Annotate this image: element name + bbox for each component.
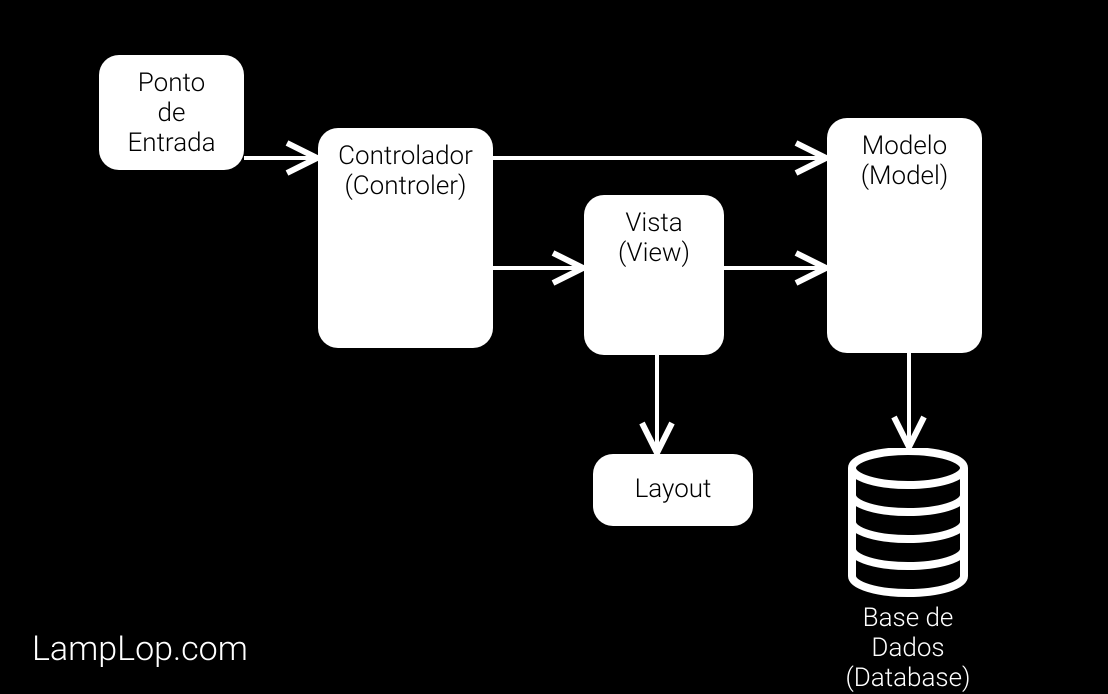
- node-layout-line1: Layout: [635, 475, 712, 505]
- node-controller: Controlador (Controler): [318, 128, 493, 348]
- arrow-entry-to-controller: [244, 148, 318, 168]
- node-model: Modelo (Model): [827, 118, 982, 353]
- arrow-model-to-database: [899, 353, 919, 448]
- arrow-controller-to-model: [493, 148, 827, 168]
- node-entry-line3: Entrada: [127, 129, 215, 159]
- node-controller-line2: (Controler): [344, 172, 466, 202]
- database-label-line1: Base de Dados: [863, 603, 954, 663]
- watermark-text: LampLop.com: [32, 629, 248, 669]
- node-model-line2: (Model): [861, 162, 949, 192]
- node-entry-line2: de: [158, 99, 186, 129]
- arrow-view-to-layout: [647, 355, 667, 454]
- node-controller-line1: Controlador: [338, 142, 473, 172]
- node-view: Vista (View): [584, 195, 724, 355]
- node-view-line1: Vista: [625, 209, 682, 239]
- node-layout: Layout: [593, 454, 753, 526]
- arrow-view-to-model: [724, 258, 827, 278]
- database-label: Base de Dados (Database): [828, 604, 988, 694]
- node-entry-line1: Ponto: [138, 69, 205, 99]
- node-database: Base de Dados (Database): [828, 448, 988, 694]
- arrow-controller-to-view: [493, 258, 584, 278]
- node-model-line1: Modelo: [862, 132, 947, 162]
- database-label-line2: (Database): [845, 663, 970, 693]
- node-entry-point: Ponto de Entrada: [99, 55, 244, 170]
- database-icon: [838, 448, 978, 598]
- node-view-line2: (View): [618, 239, 690, 269]
